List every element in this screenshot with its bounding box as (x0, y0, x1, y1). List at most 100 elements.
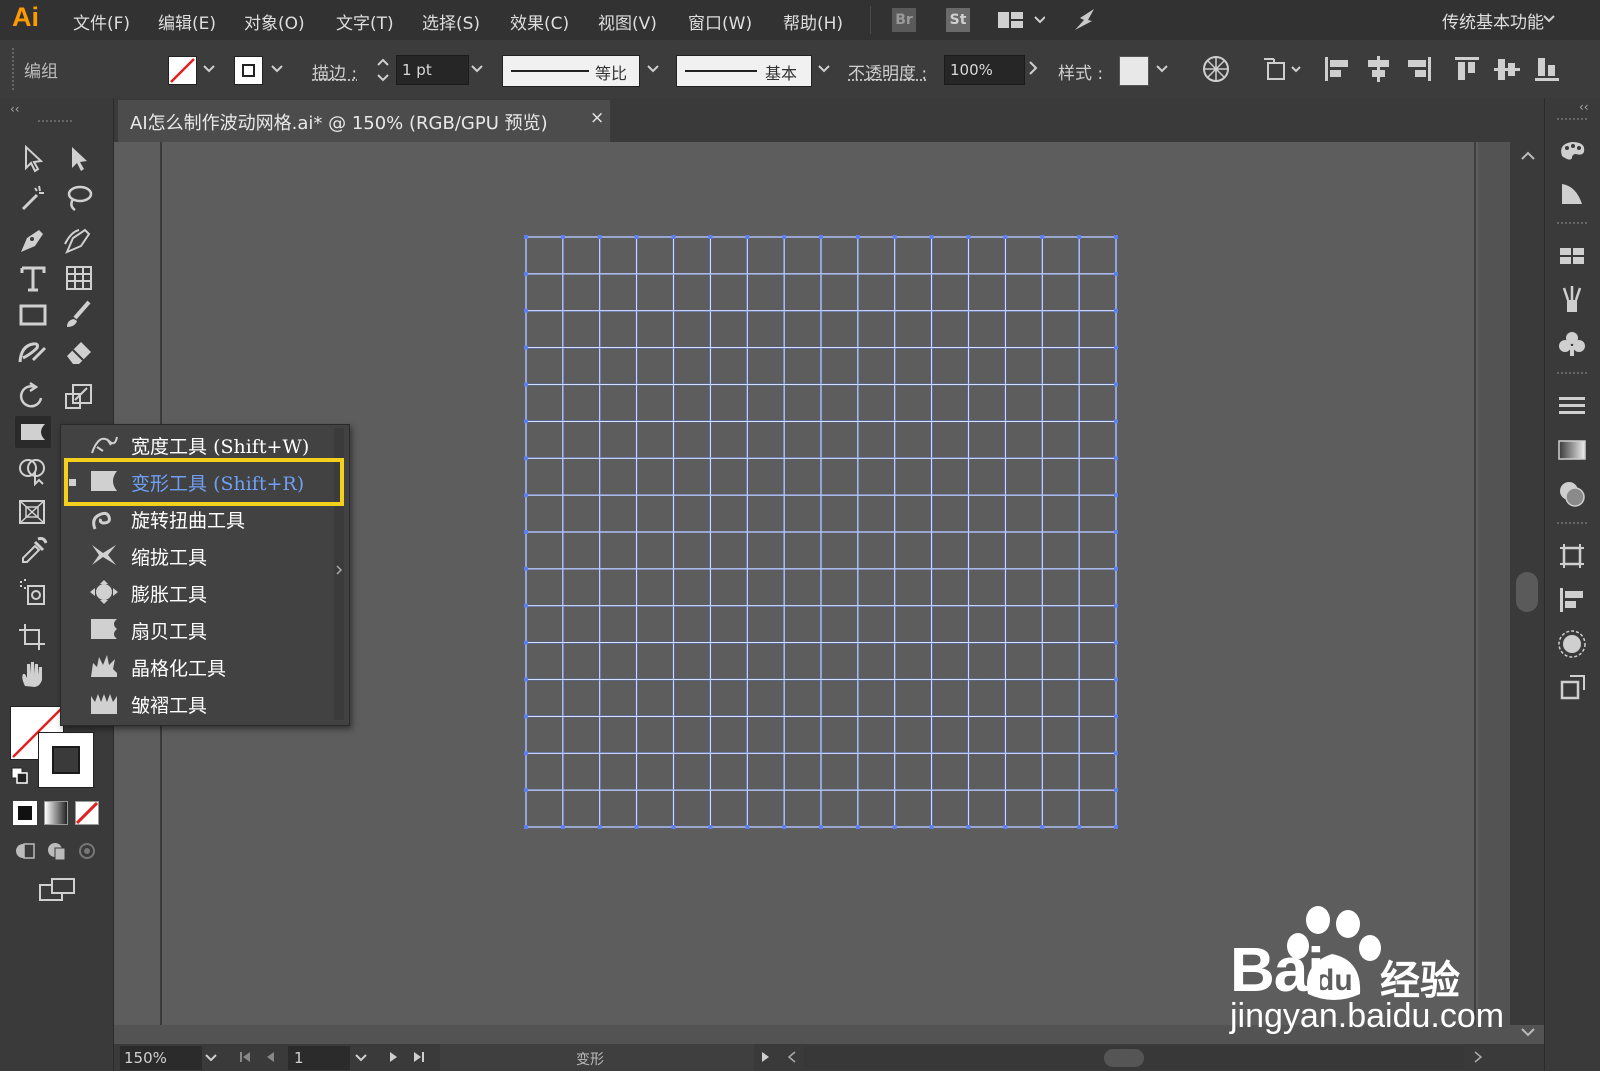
anchor-point[interactable] (929, 825, 934, 829)
fill-swatch[interactable] (168, 56, 197, 85)
anchor-point[interactable] (708, 235, 713, 239)
align-panel-icon[interactable] (1556, 584, 1588, 616)
anchor-point[interactable] (782, 825, 787, 829)
anchor-point[interactable] (745, 825, 750, 829)
close-tab-icon[interactable]: × (590, 108, 604, 128)
anchor-point[interactable] (597, 825, 602, 829)
anchor-point[interactable] (1114, 825, 1118, 829)
previous-artboard-icon[interactable] (264, 1050, 276, 1064)
opacity-chevron-right-icon[interactable] (1027, 60, 1039, 76)
anchor-point[interactable] (819, 235, 823, 239)
anchor-point[interactable] (1114, 456, 1118, 461)
bridge-button[interactable]: Br (892, 8, 916, 32)
anchor-point[interactable] (855, 825, 860, 829)
appearance-panel-icon[interactable] (1556, 628, 1588, 660)
anchor-point[interactable] (1114, 345, 1118, 350)
artboard-chevron-down-icon[interactable] (354, 1052, 368, 1064)
status-menu-arrow-icon[interactable] (760, 1050, 772, 1064)
anchor-point[interactable] (524, 271, 528, 276)
horizontal-scroll-thumb[interactable] (1104, 1049, 1144, 1067)
opacity-input[interactable]: 100% (944, 55, 1025, 85)
anchor-point[interactable] (524, 308, 528, 313)
transparency-panel-icon[interactable] (1556, 478, 1588, 510)
anchor-point[interactable] (1114, 493, 1118, 498)
transform-icon[interactable] (1262, 55, 1304, 83)
artboards-panel-icon[interactable] (1556, 540, 1588, 572)
selection-tool[interactable] (15, 142, 51, 174)
anchor-point[interactable] (634, 235, 639, 239)
anchor-point[interactable] (966, 235, 971, 239)
anchor-point[interactable] (1040, 825, 1045, 829)
curvature-tool[interactable] (61, 224, 97, 256)
draw-behind-icon[interactable] (43, 838, 69, 864)
anchor-point[interactable] (524, 603, 528, 608)
anchor-point[interactable] (671, 235, 676, 239)
control-bar-grip[interactable] (12, 48, 17, 90)
lasso-tool[interactable] (61, 182, 97, 214)
next-artboard-icon[interactable] (388, 1050, 400, 1064)
dock-grip[interactable] (1557, 118, 1587, 120)
stroke-swatch[interactable] (234, 56, 263, 85)
collapse-panel-icon[interactable]: ‹‹ (10, 102, 20, 116)
transform-panel-icon[interactable] (1556, 672, 1588, 704)
default-fill-stroke-icon[interactable] (10, 766, 30, 786)
direct-selection-tool[interactable] (61, 142, 97, 174)
flyout-item-wrinkle-tool[interactable]: 皱褶工具 (61, 684, 331, 722)
anchor-point[interactable] (524, 382, 528, 387)
gradient-panel-icon[interactable] (1556, 434, 1588, 466)
menu-help[interactable]: 帮助(H) (783, 9, 843, 34)
menu-type[interactable]: 文字(T) (336, 9, 394, 34)
anchor-point[interactable] (929, 235, 934, 239)
zoom-chevron-down-icon[interactable] (204, 1052, 218, 1064)
menu-effect[interactable]: 效果(C) (510, 9, 569, 34)
stroke-weight-chevron-down-icon[interactable] (470, 62, 484, 76)
paintbrush-tool[interactable] (61, 298, 97, 330)
anchor-point[interactable] (892, 825, 897, 829)
type-tool[interactable] (15, 262, 51, 294)
pen-tool[interactable] (15, 224, 51, 256)
warp-tool-active[interactable] (15, 416, 51, 448)
anchor-point[interactable] (1114, 603, 1118, 608)
anchor-point[interactable] (524, 456, 528, 461)
first-artboard-icon[interactable] (238, 1050, 252, 1064)
align-left-icon[interactable] (1322, 54, 1352, 84)
flyout-item-pucker-tool[interactable]: 缩拢工具 (61, 536, 331, 574)
menu-object[interactable]: 对象(O) (244, 9, 305, 34)
hand-tool[interactable] (15, 658, 51, 690)
anchor-point[interactable] (745, 235, 750, 239)
menu-window[interactable]: 窗口(W) (688, 9, 752, 34)
color-panel-icon[interactable] (1556, 134, 1588, 166)
menu-file[interactable]: 文件(F) (73, 9, 130, 34)
anchor-point[interactable] (1114, 640, 1118, 645)
anchor-point[interactable] (524, 825, 528, 829)
anchor-point[interactable] (1114, 566, 1118, 571)
symbols-panel-icon[interactable] (1556, 328, 1588, 360)
stroke-chevron-down-icon[interactable] (270, 62, 284, 76)
anchor-point[interactable] (524, 640, 528, 645)
graphic-style-swatch[interactable] (1119, 56, 1149, 86)
anchor-point[interactable] (1114, 308, 1118, 313)
stroke-label[interactable]: 描边 : (312, 59, 357, 84)
workspace-chevron-down-icon[interactable] (1542, 12, 1556, 26)
anchor-point[interactable] (1114, 235, 1118, 239)
anchor-point[interactable] (524, 566, 528, 571)
scroll-left-icon[interactable] (786, 1050, 798, 1064)
scroll-right-icon[interactable] (1472, 1050, 1484, 1064)
anchor-point[interactable] (1114, 419, 1118, 424)
anchor-point[interactable] (524, 235, 528, 239)
align-bottom-icon[interactable] (1532, 54, 1562, 84)
anchor-point[interactable] (560, 235, 565, 239)
scale-tool[interactable] (61, 380, 97, 412)
anchor-point[interactable] (524, 419, 528, 424)
tools-panel-grip[interactable] (38, 120, 72, 125)
anchor-point[interactable] (892, 235, 897, 239)
perspective-grid-tool[interactable] (15, 496, 51, 528)
anchor-point[interactable] (597, 235, 602, 239)
workspace-switcher[interactable]: 传统基本功能 (1442, 8, 1544, 33)
scroll-up-icon[interactable] (1520, 150, 1536, 162)
eraser-tool[interactable] (61, 336, 97, 368)
anchor-point[interactable] (1003, 825, 1008, 829)
tearoff-arrow-icon[interactable] (335, 564, 343, 576)
shape-builder-tool[interactable] (15, 454, 51, 486)
anchor-point[interactable] (782, 235, 787, 239)
